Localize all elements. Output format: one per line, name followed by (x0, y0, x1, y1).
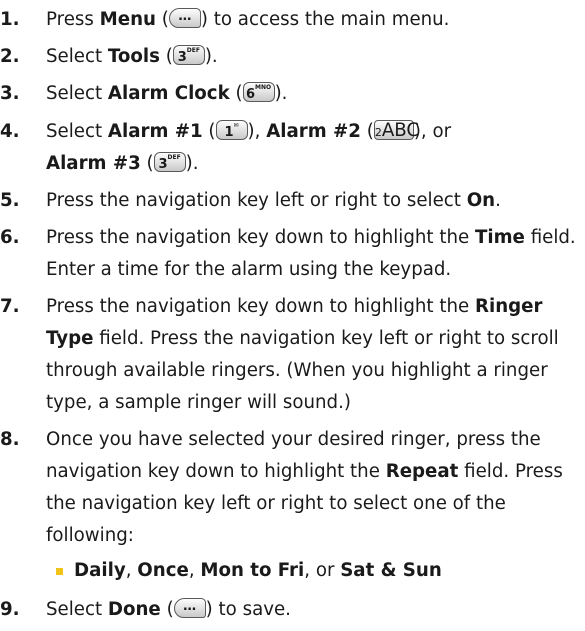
key-digit: 1 (224, 124, 234, 140)
step-number: 3. (0, 83, 20, 105)
step-text: Press the navigation key down to highlig… (46, 296, 475, 318)
step-text: ( (160, 598, 174, 620)
step-number: 7. (0, 296, 20, 318)
key-digit: 3 (177, 50, 187, 66)
step-7: 7. Press the navigation key down to highl… (0, 291, 585, 419)
step-1: 1. Press Menu ( … ) to access the main menu… (0, 4, 585, 36)
alarm-2-label: Alarm #2 (266, 120, 361, 142)
bullet-icon (56, 567, 63, 575)
key-2-abc-icon: 2ABC (373, 119, 419, 140)
step-text: ( (229, 83, 243, 105)
menu-key-icon: … (173, 597, 206, 618)
key-3-def-icon: 3DEF (153, 151, 186, 172)
instruction-list: 1. Press Menu ( … ) to access the main menu… (0, 4, 585, 631)
key-letters: ABC (381, 119, 420, 141)
step-number: 6. (0, 226, 20, 248)
step-text: Select (46, 598, 108, 620)
step-3: 3. Select Alarm Clock (6MNO). (0, 78, 585, 110)
step-text: ( (140, 152, 154, 174)
time-label: Time (474, 226, 525, 248)
step-number: 1. (0, 9, 20, 30)
step-number: 9. (0, 598, 20, 620)
step-8: 8. Once you have selected your desired ri… (0, 424, 585, 552)
step-text: Press the navigation key left or right t… (46, 189, 467, 211)
step-text: ( (159, 46, 173, 68)
step-number: 5. (0, 189, 20, 211)
alarm-1-label: Alarm #1 (107, 120, 203, 142)
key-digit: 2 (374, 125, 382, 139)
option-once: Once (137, 559, 189, 581)
repeat-options: Daily, Once, Mon to Fri, or Sat & Sun (0, 556, 585, 586)
step-number: 8. (0, 429, 20, 451)
step-text: . (495, 189, 501, 211)
option-mon-to-fri: Mon to Fri (200, 559, 305, 581)
step-text: Press (46, 9, 100, 30)
option-separator: , (188, 559, 201, 581)
option-separator: , or (304, 559, 341, 581)
step-text: field. Press the navigation key left or … (46, 328, 559, 414)
option-sat-sun: Sat & Sun (340, 559, 442, 581)
repeat-label: Repeat (385, 461, 459, 483)
menu-key-glyph: … (178, 9, 192, 24)
step-text: ), (247, 120, 267, 142)
step-text: ) to access the main menu. (200, 9, 450, 30)
key-letters: DEF (167, 153, 181, 161)
alarm-clock-label: Alarm Clock (107, 83, 230, 105)
step-number: 4. (0, 120, 20, 142)
option-daily: Daily (74, 559, 126, 581)
step-4: 4. Select Alarm #1 (1✉), Alarm #2 (2ABC),… (0, 116, 585, 180)
step-text: ). (274, 83, 288, 105)
on-label: On (466, 189, 496, 211)
key-6-mno-icon: 6MNO (242, 82, 275, 103)
key-digit: 3 (158, 156, 168, 172)
step-text: Select (46, 120, 108, 142)
step-5: 5. Press the navigation key left or right… (0, 185, 585, 217)
tools-label: Tools (107, 46, 160, 68)
step-text: Select (46, 83, 108, 105)
step-text: ( (202, 120, 216, 142)
step-text: ), or (413, 120, 452, 142)
menu-key-icon: … (168, 8, 201, 28)
menu-key-glyph: … (183, 598, 197, 614)
step-2: 2. Select Tools (3DEF). (0, 41, 585, 73)
step-number: 2. (0, 46, 20, 68)
step-text: ). (204, 46, 218, 68)
key-1-voicemail-icon: 1✉ (215, 119, 248, 140)
step-6: 6. Press the navigation key down to highl… (0, 222, 585, 286)
envelope-icon: ✉ (233, 121, 239, 129)
done-label: Done (107, 598, 161, 620)
key-3-def-icon: 3DEF (172, 45, 205, 66)
step-text: Press the navigation key down to highlig… (46, 226, 475, 248)
key-letters: MNO (255, 84, 272, 92)
step-text: ( (360, 120, 374, 142)
step-text: ) to save. (205, 598, 291, 620)
key-digit: 6 (246, 87, 256, 103)
step-9: 9. Select Done ( … ) to save. (0, 594, 585, 626)
step-text: ). (185, 152, 199, 174)
step-text: Select (46, 46, 108, 68)
alarm-3-label: Alarm #3 (46, 152, 141, 174)
step-text: ( (156, 9, 169, 30)
option-separator: , (125, 559, 138, 581)
menu-label: Menu (99, 9, 156, 30)
key-letters: DEF (186, 47, 200, 55)
